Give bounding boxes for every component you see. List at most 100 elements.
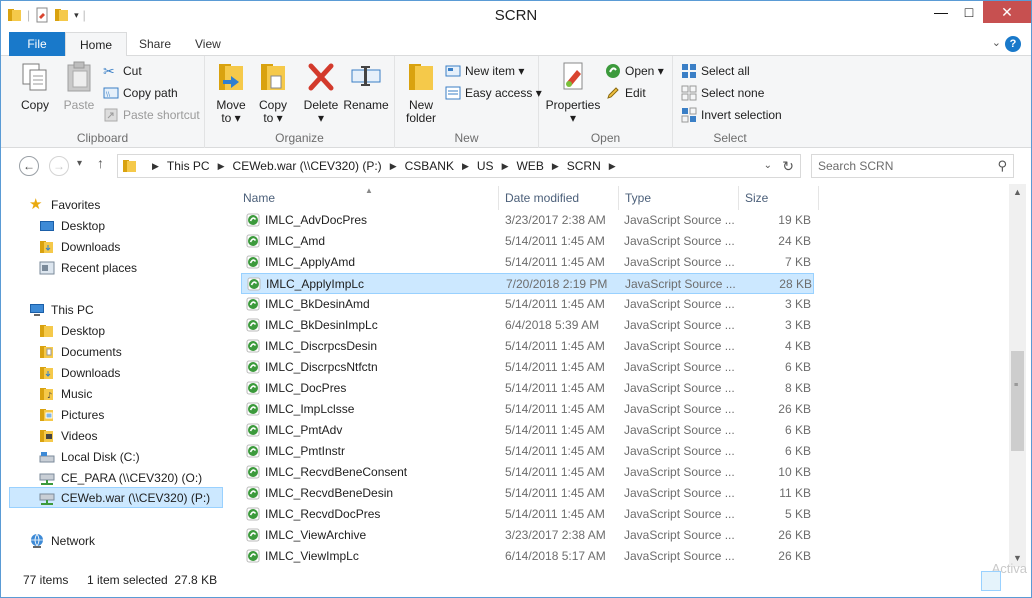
nav-desktop[interactable]: Desktop [39,215,105,236]
address-bar[interactable]: ▶ This PC ▶ CEWeb.war (\\CEV320) (P:) ▶ … [117,154,801,178]
copy-to-button[interactable]: Copy to ▾ [253,60,293,125]
nav-ceweb-drive[interactable]: CEWeb.war (\\CEV320) (P:) [9,487,223,508]
paste-shortcut-button[interactable]: Paste shortcut [103,105,200,125]
file-row[interactable]: IMLC_DiscrpcsNtfctn 5/14/2011 1:45 AM Java… [241,357,814,378]
breadcrumb-separator[interactable]: ▶ [152,161,159,172]
ribbon: Copy Paste ✂ Cut \\ Copy path Paste shor… [1,56,1031,148]
nav-documents[interactable]: Documents [39,341,122,362]
breadcrumb-separator[interactable]: ▶ [462,161,469,172]
breadcrumb-separator[interactable]: ▶ [218,161,225,172]
forward-button[interactable]: → [49,156,69,176]
select-all-button[interactable]: Select all [681,61,750,81]
search-placeholder: Search SCRN [818,159,894,173]
copy-button[interactable]: Copy [15,60,55,112]
help-icon[interactable]: ? [1005,36,1021,52]
file-row[interactable]: IMLC_RecvdDocPres 5/14/2011 1:45 AM JavaSc… [241,504,814,525]
up-button[interactable]: ↑ [97,155,104,171]
nav-network[interactable]: Network [29,530,95,551]
nav-music[interactable]: ♪ Music [39,383,92,404]
nav-this-pc[interactable]: This PC [29,299,94,320]
file-row[interactable]: IMLC_ImpLclsse 5/14/2011 1:45 AM JavaScrip… [241,399,814,420]
column-header-size[interactable]: Size [739,186,819,210]
tab-share[interactable]: Share [125,32,185,56]
breadcrumb-us[interactable]: US [477,159,494,173]
vertical-scrollbar[interactable]: ▲ ≡ ▼ [1009,184,1026,567]
select-none-button[interactable]: Select none [681,83,764,103]
window-title: SCRN [494,7,538,24]
tab-file[interactable]: File [9,32,65,56]
breadcrumb-separator[interactable]: ▶ [390,161,397,172]
file-row[interactable]: IMLC_ApplyImpLc 7/20/2018 2:19 PM JavaScri… [241,273,814,294]
nav-ce-para-drive[interactable]: CE_PARA (\\CEV320) (O:) [39,467,202,488]
breadcrumb-separator[interactable]: ▶ [552,161,559,172]
nav-favorites[interactable]: ★ Favorites [29,194,100,215]
file-row[interactable]: IMLC_PmtInstr 5/14/2011 1:45 AM JavaScript… [241,441,814,462]
file-row[interactable]: IMLC_RecvdBeneDesin 5/14/2011 1:45 AM Java… [241,483,814,504]
maximize-button[interactable]: □ [955,1,983,23]
back-button[interactable]: ← [19,156,39,176]
nav-local-disk[interactable]: Local Disk (C:) [39,446,140,467]
breadcrumb-separator[interactable]: ▶ [502,161,509,172]
breadcrumb-separator[interactable]: ▶ [609,161,616,172]
close-button[interactable]: ✕ [983,1,1031,23]
edit-button[interactable]: Edit [605,83,646,103]
large-icons-view-button[interactable] [1003,571,1023,591]
invert-selection-button[interactable]: Invert selection [681,105,782,125]
copy-path-label: Copy path [123,86,178,100]
file-row[interactable]: IMLC_RecvdBeneConsent 5/14/2011 1:45 AM Ja… [241,462,814,483]
scrollbar-thumb[interactable] [1011,351,1024,451]
expand-ribbon-icon[interactable]: ⌄ [992,36,1001,49]
breadcrumb-ceweb-drive[interactable]: CEWeb.war (\\CEV320) (P:) [233,159,382,173]
properties-button[interactable]: Properties ▾ [543,60,603,125]
file-row[interactable]: IMLC_DocPres 5/14/2011 1:45 AM JavaScript … [241,378,814,399]
file-row[interactable]: IMLC_ViewArchive 3/23/2017 2:38 AM JavaScr… [241,525,814,546]
tab-view[interactable]: View [181,32,235,56]
column-header-name[interactable]: ▲ Name [227,186,499,210]
nav-local-disk-label: Local Disk (C:) [61,449,140,464]
search-input[interactable]: Search SCRN ⚲ [811,154,1014,178]
select-group: Select all Select none Invert selection … [673,56,787,148]
column-header-date[interactable]: Date modified [499,186,619,210]
breadcrumb-this-pc[interactable]: This PC [167,159,210,173]
breadcrumb-csbank[interactable]: CSBANK [405,159,454,173]
new-item-button[interactable]: New item ▾ [445,61,524,81]
move-to-button[interactable]: Move to ▾ [211,60,251,125]
view-switcher [981,571,1023,591]
breadcrumb-web[interactable]: WEB [516,159,543,173]
file-row[interactable]: IMLC_ApplyAmd 5/14/2011 1:45 AM JavaScript… [241,252,814,273]
file-row[interactable]: IMLC_DiscrpcsDesin 5/14/2011 1:45 AM JavaS… [241,336,814,357]
address-history-icon[interactable]: ⌄ [764,160,772,171]
paste-button[interactable]: Paste [59,60,99,112]
nav-pc-desktop[interactable]: Desktop [39,320,105,341]
breadcrumb-scrn[interactable]: SCRN [567,159,601,173]
cut-button[interactable]: ✂ Cut [103,61,142,81]
documents-folder-icon [40,345,53,358]
downloads-folder-icon [40,366,53,379]
videos-folder-icon [40,429,53,442]
drive-icon [39,451,55,462]
rename-button[interactable]: Rename [343,60,389,112]
refresh-icon[interactable]: ↻ [782,158,794,175]
file-row[interactable]: IMLC_ViewImpLc 6/14/2018 5:17 AM JavaScrip… [241,546,814,567]
nav-downloads[interactable]: Downloads [39,236,120,257]
new-folder-button[interactable]: New folder [401,60,441,125]
file-row[interactable]: IMLC_BkDesinImpLc 6/4/2018 5:39 AM JavaScr… [241,315,814,336]
minimize-button[interactable]: — [927,1,955,23]
column-header-type[interactable]: Type [619,186,739,210]
file-row[interactable]: IMLC_PmtAdv 5/14/2011 1:45 AM JavaScript S… [241,420,814,441]
delete-button[interactable]: Delete ▾ [301,60,341,125]
file-row[interactable]: IMLC_BkDesinAmd 5/14/2011 1:45 AM JavaScri… [241,294,814,315]
nav-pc-downloads[interactable]: Downloads [39,362,120,383]
nav-pictures[interactable]: Pictures [39,404,104,425]
file-row[interactable]: IMLC_Amd 5/14/2011 1:45 AM JavaScript Sour… [241,231,814,252]
nav-recent-places[interactable]: Recent places [39,257,137,278]
scroll-up-arrow[interactable]: ▲ [1009,184,1026,201]
easy-access-button[interactable]: Easy access ▾ [445,83,542,103]
copy-path-button[interactable]: \\ Copy path [103,83,178,103]
open-button[interactable]: Open ▾ [605,61,664,81]
recent-locations-button[interactable]: ▾ [77,158,82,169]
details-view-button[interactable] [981,571,1001,591]
nav-videos[interactable]: Videos [39,425,97,446]
tab-home[interactable]: Home [65,32,128,57]
file-row[interactable]: IMLC_AdvDocPres 3/23/2017 2:38 AM JavaScri… [241,210,814,231]
